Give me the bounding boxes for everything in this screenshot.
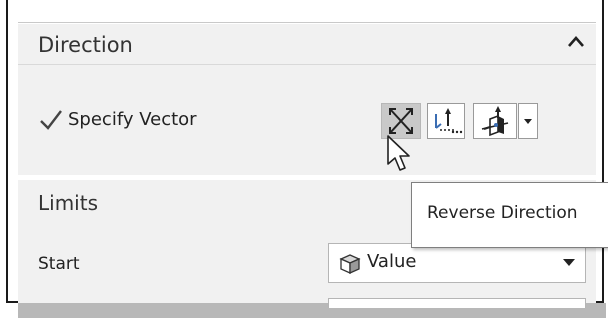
- direction-group-body: Specify Vector: [18, 65, 596, 175]
- checkmark-icon: [40, 110, 62, 130]
- limits-group-title: Limits: [38, 191, 98, 215]
- mouse-pointer-icon: [387, 135, 410, 171]
- start-label: Start: [38, 254, 80, 274]
- csys-origin-icon: [435, 108, 463, 134]
- reverse-direction-icon: [389, 108, 413, 134]
- vector-cube-icon: [481, 106, 509, 137]
- direction-group-header[interactable]: Direction: [18, 24, 596, 65]
- chevron-down-icon: [524, 119, 532, 124]
- tooltip-text: Reverse Direction: [427, 203, 578, 223]
- specify-vector-label: Specify Vector: [68, 109, 197, 130]
- start-limit-select[interactable]: Value: [328, 243, 586, 283]
- previous-group-edge: [18, 0, 596, 23]
- vector-type-button[interactable]: [473, 103, 517, 139]
- end-limit-select[interactable]: [328, 298, 586, 308]
- extrude-dialog-panel: Direction Specify Vector Limits Start Va…: [18, 0, 596, 308]
- reverse-direction-tooltip: Reverse Direction: [411, 182, 608, 248]
- specify-vector-row[interactable]: Specify Vector: [18, 97, 596, 143]
- start-limit-value: Value: [367, 251, 417, 272]
- csys-origin-button[interactable]: [427, 103, 465, 139]
- value-cube-icon: [339, 254, 361, 275]
- direction-group-title: Direction: [38, 33, 133, 57]
- chevron-down-icon: [563, 259, 575, 266]
- vector-type-dropdown-button[interactable]: [518, 103, 538, 139]
- collapse-caret-icon[interactable]: [564, 30, 588, 54]
